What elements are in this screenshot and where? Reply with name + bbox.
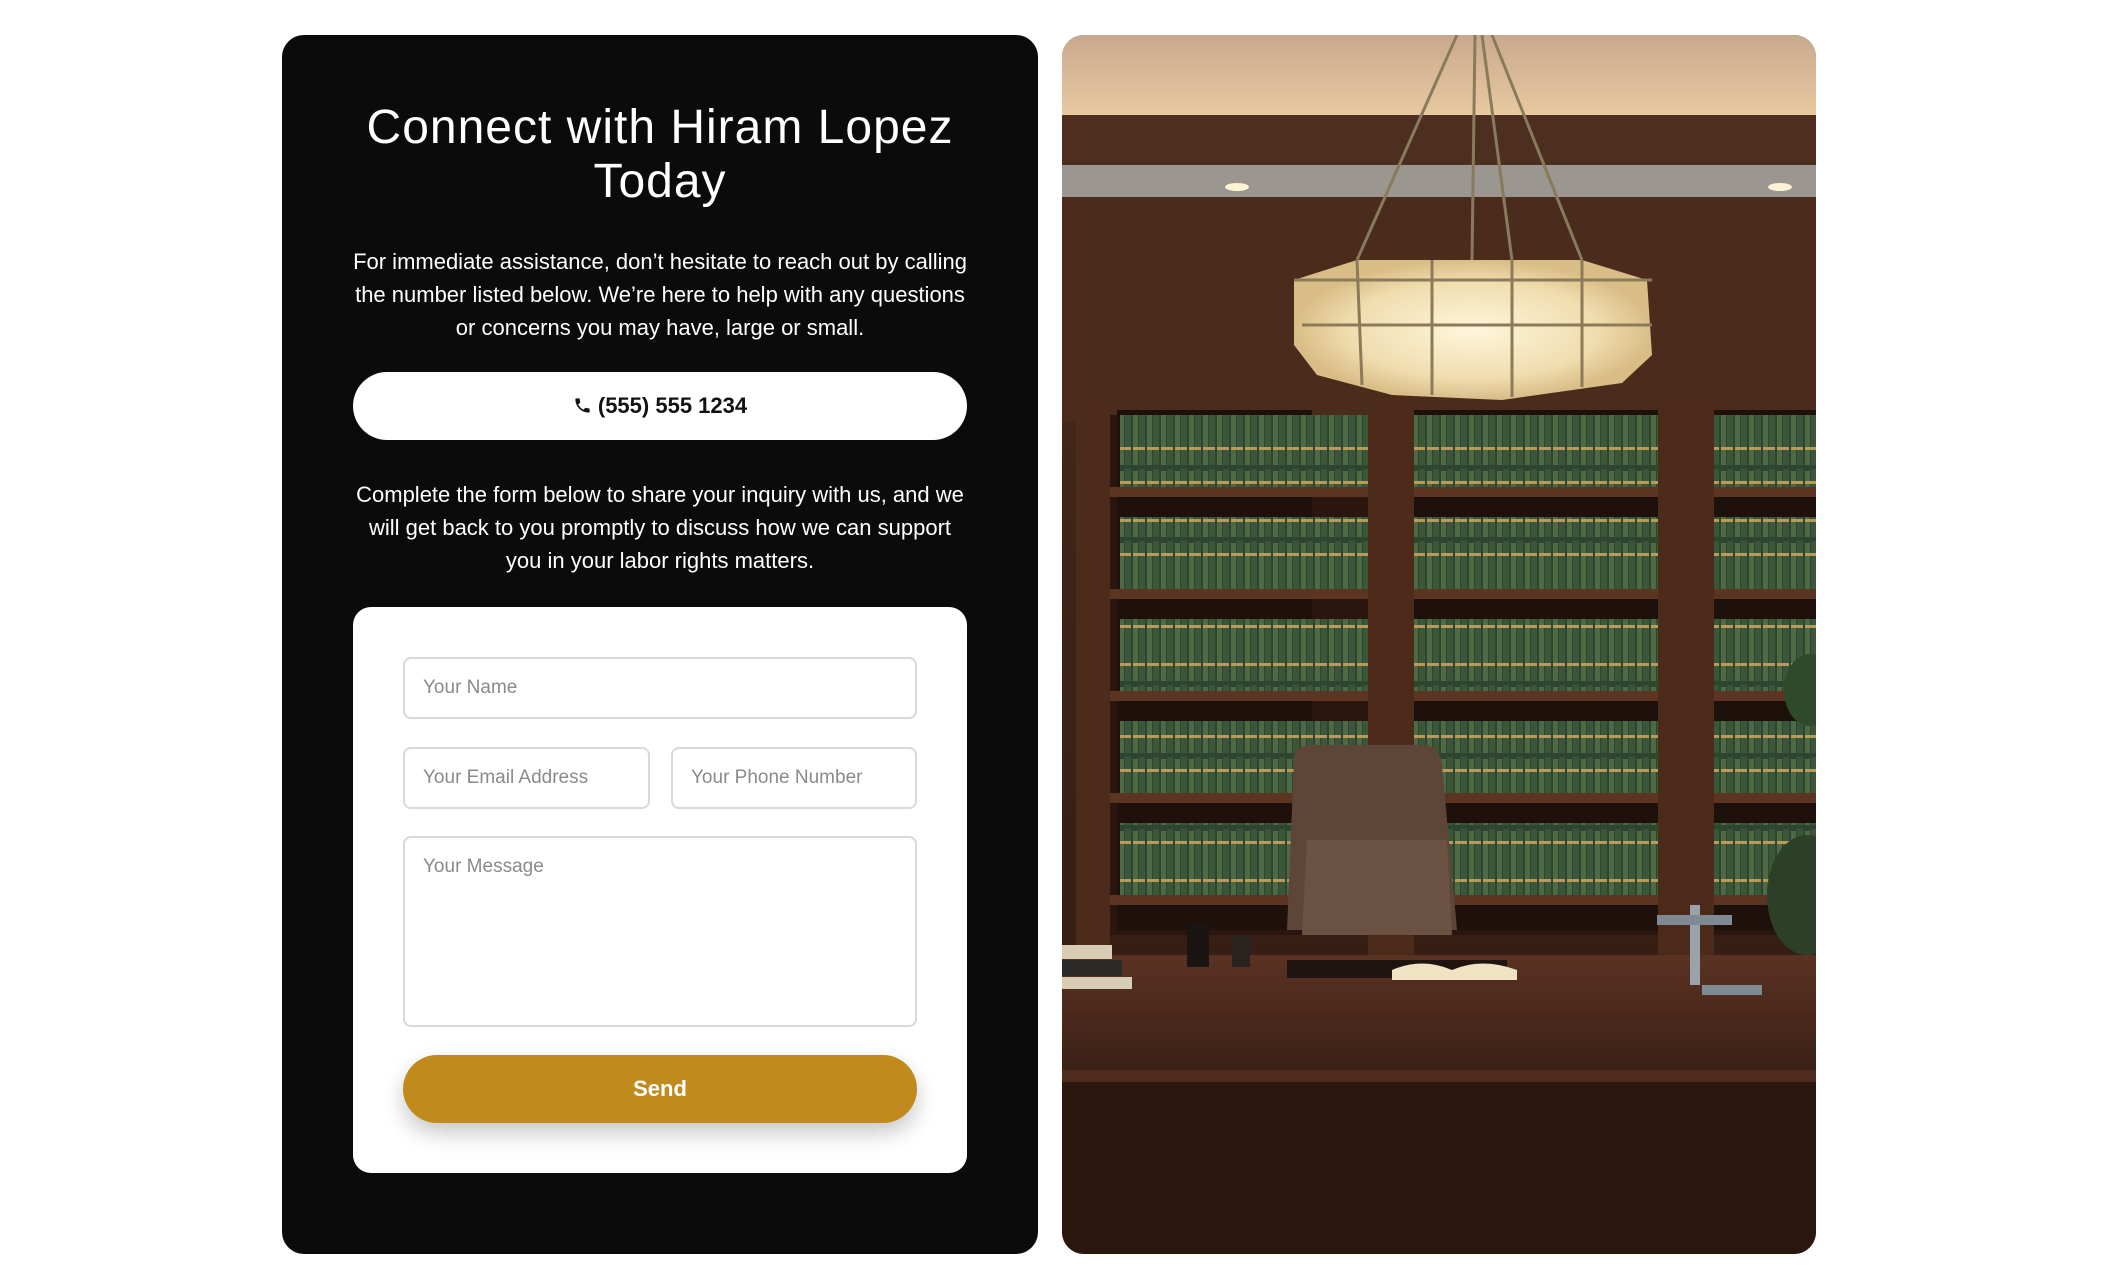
phone-icon <box>575 397 590 413</box>
call-phone-button[interactable]: (555) 555 1234 <box>353 372 967 440</box>
page: Connect with Hiram Lopez Today For immed… <box>0 0 2112 1280</box>
law-office-photo <box>1062 35 1816 1254</box>
form-intro-text: Complete the form below to share your in… <box>356 482 964 573</box>
page-title-line-1: Connect with Hiram Lopez <box>366 101 954 154</box>
inquiry-form: Send <box>353 607 967 1173</box>
phone-input[interactable] <box>671 747 917 809</box>
page-title-line-2: Today <box>593 155 727 208</box>
phone-number-label: (555) 555 1234 <box>597 393 748 418</box>
contact-card: Connect with Hiram Lopez Today For immed… <box>282 35 1038 1254</box>
email-input[interactable] <box>403 747 650 809</box>
law-office-illustration <box>1062 35 1816 1254</box>
name-input[interactable] <box>403 657 917 719</box>
intro-text: For immediate assistance, don’t hesitate… <box>353 249 967 340</box>
send-button[interactable]: Send <box>403 1055 917 1123</box>
page-title: Connect with Hiram Lopez Today <box>282 101 1038 209</box>
message-textarea[interactable] <box>403 836 917 1027</box>
